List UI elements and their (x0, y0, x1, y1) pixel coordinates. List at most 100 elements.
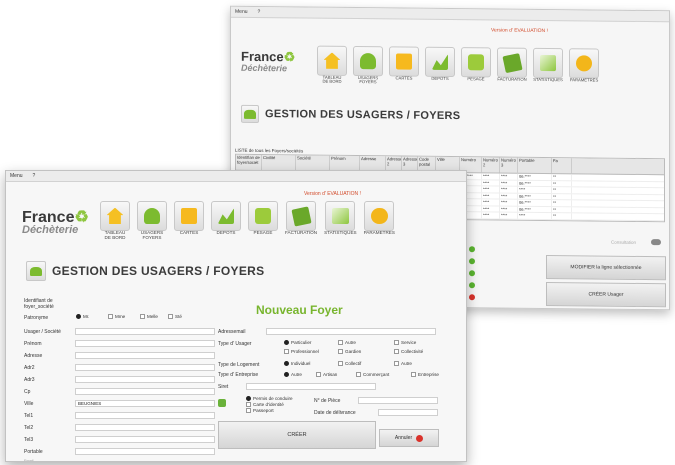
ville-search-icon[interactable] (218, 399, 226, 407)
back-toolbar-item-home[interactable]: TABLEAU DE BORD (317, 45, 347, 85)
type-entreprise-label: Type d' Entreprise (218, 372, 259, 378)
grid-column-header[interactable]: Numéro 2 (482, 157, 500, 173)
radio-option[interactable]: Passeport (246, 408, 274, 413)
back-toolbar-item-pesage[interactable]: PESAGE (461, 47, 491, 86)
siret-field[interactable] (246, 383, 376, 390)
front-toolbar-item-parameters[interactable]: PARAMÈTRES (364, 201, 395, 241)
table-cell: ** (552, 206, 572, 213)
radio-option[interactable]: Gardien (338, 349, 361, 354)
radio-option[interactable]: Carte d'identité (246, 402, 284, 407)
back-toolbar-item-statistics[interactable]: STATISTIQUES (533, 47, 563, 87)
grid-column-header[interactable]: Société (296, 155, 330, 171)
back-toolbar-label: PARAMÈTRES (569, 77, 599, 83)
radio-option[interactable]: Mme (108, 314, 125, 319)
front-toolbar-item-depots[interactable]: DÉPÔTS (211, 201, 241, 241)
table-cell: **** (500, 180, 518, 186)
back-toolbar-label: USAGERS FOYERS (357, 75, 379, 85)
usager-field[interactable] (75, 328, 215, 335)
back-logo: France♻ Déchèterie (241, 49, 295, 74)
radio-option[interactable]: Permis de conduire (246, 396, 293, 401)
adr3-field[interactable] (75, 376, 215, 383)
back-toolbar-item-cards[interactable]: CARTES (389, 46, 419, 85)
front-menu-item[interactable]: Menu (10, 171, 23, 181)
grid-column-header[interactable]: Fa (552, 158, 572, 174)
ville-field[interactable]: BEUGNIES (75, 400, 215, 407)
front-toolbar-item-cards[interactable]: CARTES (174, 201, 204, 241)
back-main-toolbar: TABLEAU DE BORD USAGERS FOYERS CARTES DÉPÔT… (317, 45, 599, 88)
radio-unselected-icon (394, 349, 399, 354)
status-ok-icon (469, 246, 475, 253)
adr2-field[interactable] (75, 364, 215, 371)
tel2-field[interactable] (75, 424, 215, 431)
front-toolbar-item-statistics[interactable]: STATISTIQUES (324, 201, 357, 241)
back-menu-item[interactable]: Menu (235, 7, 248, 17)
create-usager-button[interactable]: CRÉER Usager (546, 282, 666, 308)
grid-column-header[interactable]: Portable (518, 157, 552, 174)
radio-option[interactable]: Melle (140, 314, 158, 319)
front-toolbar-label: DÉPÔTS (216, 230, 236, 235)
grid-column-header[interactable]: Numéro 3 (500, 157, 518, 173)
back-help-menu-item[interactable]: ? (258, 7, 261, 17)
radio-option[interactable]: Professionnel (284, 349, 319, 354)
radio-option[interactable]: Commerçant (356, 372, 389, 377)
tel3-label: Tel3 (24, 437, 34, 443)
table-cell: **** (482, 192, 500, 199)
front-toolbar-label: STATISTIQUES (324, 230, 357, 235)
radio-option[interactable]: Autre (338, 340, 356, 345)
front-toolbar-item-pesage[interactable]: PESAGE (248, 201, 278, 241)
radio-selected-icon (246, 396, 251, 401)
front-toolbar-item-facturation[interactable]: FACTURATION (285, 201, 317, 241)
radio-option[interactable]: Mr. (76, 314, 89, 319)
adresse-label: Adresse (24, 353, 43, 359)
front-toolbar-item-home[interactable]: TABLEAU DE BORD (100, 201, 130, 241)
tel1-field[interactable] (75, 412, 215, 419)
front-logo: France♻ Déchèterie (22, 207, 89, 236)
radio-option[interactable]: Individuel (284, 361, 310, 366)
radio-option[interactable]: Collectivité (394, 349, 423, 354)
adresse-field[interactable] (75, 352, 215, 359)
front-section-heading: GESTION DES USAGERS / FOYERS (26, 261, 264, 281)
num-piece-field[interactable] (358, 397, 438, 404)
radio-option[interactable]: Particulier (284, 340, 311, 345)
date-delivrance-field[interactable] (378, 409, 438, 416)
radio-option-label: Commerçant (363, 372, 390, 377)
radio-option[interactable]: Entreprise (411, 372, 439, 377)
front-toolbar-item-users[interactable]: USAGERS FOYERS (137, 201, 167, 241)
back-menubar: Menu ? (231, 6, 669, 23)
back-toolbar-label: STATISTIQUES (533, 76, 563, 83)
front-menubar: Menu ? (6, 171, 466, 182)
cancel-button[interactable]: Annuler (379, 429, 439, 447)
back-toolbar-item-users[interactable]: USAGERS FOYERS (353, 45, 383, 85)
radio-option-label: Passeport (253, 408, 274, 413)
statistics-icon (325, 201, 356, 231)
radio-option[interactable]: Artisan (316, 372, 337, 377)
front-toolbar-label: FACTURATION (285, 230, 318, 235)
grid-column-header[interactable]: Identifian de foyer/sociét (236, 154, 262, 171)
cp-field[interactable] (75, 388, 215, 395)
front-help-menu-item[interactable]: ? (33, 171, 36, 181)
radio-option[interactable]: Service (394, 340, 416, 345)
radio-option-label: Autre (345, 340, 356, 345)
radio-option[interactable]: Autre (394, 361, 412, 366)
consultation-toggle[interactable] (651, 239, 661, 246)
tel1-label: Tel1 (24, 413, 34, 419)
back-toolbar-item-parameters[interactable]: PARAMÈTRES (569, 48, 599, 87)
radio-option[interactable]: Autre (284, 372, 302, 377)
front-toolbar-label: USAGERS FOYERS (140, 230, 164, 240)
modify-selected-row-button[interactable]: MODIFIER la ligne sélectionnée (546, 255, 666, 281)
home-icon (100, 201, 130, 231)
cards-icon (389, 46, 419, 77)
back-toolbar-item-facturation[interactable]: FACTURATION (497, 47, 527, 86)
adressemail-field[interactable] (266, 328, 436, 335)
radio-unselected-icon (108, 314, 113, 319)
grid-column-header[interactable]: Civilité (262, 155, 296, 171)
grid-column-header[interactable]: Prénom (330, 155, 360, 172)
front-toolbar-label: CARTES (179, 230, 199, 235)
radio-option[interactable]: Collectif (338, 361, 361, 366)
back-toolbar-item-depots[interactable]: DÉPÔTS (425, 46, 455, 86)
prenom-field[interactable] (75, 340, 215, 347)
tel3-field[interactable] (75, 436, 215, 443)
create-button[interactable]: CRÉER (218, 421, 376, 449)
portable-field[interactable] (75, 448, 215, 455)
radio-option[interactable]: Sté (168, 314, 182, 319)
